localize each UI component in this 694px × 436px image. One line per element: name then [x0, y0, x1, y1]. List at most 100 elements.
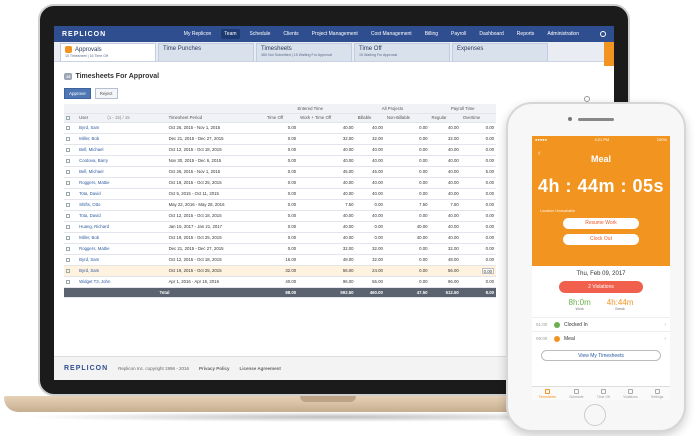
- table-row[interactable]: Shifts, Otto May 22, 2016 - May 28, 2016 0…: [64, 199, 496, 211]
- row-checkbox[interactable]: [66, 268, 70, 273]
- user-link[interactable]: Miller, Bob: [77, 232, 167, 244]
- row-checkbox[interactable]: [66, 147, 70, 152]
- table-row[interactable]: Cordova, Barry Nov 30, 2015 - Dec 6, 2015…: [64, 155, 496, 167]
- user-link[interactable]: Roggers, Mattie: [77, 177, 167, 189]
- violations-button[interactable]: 2 Violations: [559, 281, 643, 293]
- tab-time-off[interactable]: Time Off 15 Waiting For Approval: [354, 43, 450, 61]
- status-title: Meal: [590, 154, 611, 164]
- user-link[interactable]: Widget T3, John: [77, 276, 167, 288]
- row-checkbox[interactable]: [66, 224, 70, 229]
- tab-expenses[interactable]: Expenses: [452, 43, 548, 61]
- value-cell: 0.00: [460, 199, 496, 211]
- column-header[interactable]: Non-Billable: [384, 113, 430, 123]
- row-checkbox[interactable]: [66, 246, 70, 251]
- table-row[interactable]: Bell, Michael Oct 26, 2015 - Nov 1, 2015 0…: [64, 166, 496, 178]
- approve-button[interactable]: Approve: [64, 88, 91, 99]
- privacy-link[interactable]: Privacy Policy: [199, 366, 230, 371]
- row-checkbox[interactable]: [66, 180, 70, 185]
- topnav-item[interactable]: Dashboard: [476, 29, 506, 39]
- topnav-item[interactable]: Clients: [280, 29, 301, 39]
- topnav-item[interactable]: Administration: [544, 29, 582, 39]
- overtime-input[interactable]: 0.00: [482, 267, 494, 274]
- value-cell: 56.00: [298, 265, 356, 277]
- gear-icon[interactable]: [600, 31, 606, 37]
- reject-button[interactable]: Reject: [94, 88, 118, 99]
- column-header[interactable]: Work + Time Off: [298, 113, 356, 123]
- row-checkbox[interactable]: [66, 191, 70, 196]
- column-header[interactable]: Regular: [429, 113, 461, 123]
- home-button[interactable]: [584, 404, 606, 426]
- table-row[interactable]: Miller, Bob Oct 19, 2015 - Oct 25, 2015 0.…: [64, 232, 496, 244]
- column-header[interactable]: User (1 - 15) / 15: [77, 113, 167, 123]
- value-cell: 40.00: [355, 122, 385, 134]
- row-checkbox[interactable]: [66, 136, 70, 141]
- topnav-item[interactable]: Payroll: [448, 29, 469, 39]
- view-timesheets-button[interactable]: View My Timesheets: [541, 350, 661, 361]
- row-checkbox-cell: [64, 276, 78, 288]
- nav-icon: [573, 388, 579, 394]
- table-row[interactable]: Miller, Bob Dec 21, 2015 - Dec 27, 2015 0.…: [64, 133, 496, 145]
- row-checkbox[interactable]: [66, 257, 70, 262]
- nav-label: Schedule: [569, 394, 584, 399]
- tab-approvals[interactable]: Approvals 15 Timesheet | 16 Time Off: [60, 43, 156, 61]
- topnav-item[interactable]: Reports: [514, 29, 538, 39]
- row-checkbox[interactable]: [66, 125, 70, 130]
- user-link[interactable]: Byrd, Sam: [77, 122, 167, 134]
- user-link[interactable]: Bell, Michael: [77, 144, 167, 156]
- nav-timesheets[interactable]: Timesheets: [539, 388, 556, 399]
- table-row[interactable]: Byrd, Sam Oct 19, 2015 - Oct 25, 2015 32.0…: [64, 265, 496, 277]
- user-link[interactable]: Miller, Bob: [77, 133, 167, 145]
- column-header[interactable]: Overtime: [460, 113, 496, 123]
- side-tab[interactable]: [604, 42, 614, 66]
- row-checkbox[interactable]: [66, 169, 70, 174]
- table-row[interactable]: Tota, David Oct 12, 2015 - Oct 18, 2015 0.…: [64, 210, 496, 222]
- clock-out-button[interactable]: Clock Out: [563, 234, 639, 245]
- row-checkbox[interactable]: [66, 279, 70, 284]
- tab-timesheets[interactable]: Timesheets 365 Not Submitted | 15 Waiting…: [256, 43, 352, 61]
- tab-time-punches[interactable]: Time Punches: [158, 43, 254, 61]
- user-link[interactable]: Byrd, Sam: [77, 254, 167, 266]
- topnav-item[interactable]: My Replicon: [181, 29, 215, 39]
- punch-row[interactable]: 09:00 Meal ›: [532, 331, 670, 345]
- topnav-item[interactable]: Project Management: [309, 29, 361, 39]
- column-header[interactable]: Timesheet Period: [166, 113, 265, 123]
- table-row[interactable]: Byrd, Sam Oct 26, 2015 - Nov 1, 2015 0.00 4…: [64, 122, 496, 134]
- value-cell: 40.00: [384, 232, 430, 244]
- column-header[interactable]: Time Off: [264, 113, 299, 123]
- user-link[interactable]: Bell, Michael: [77, 166, 167, 178]
- row-checkbox[interactable]: [66, 213, 70, 218]
- row-checkbox[interactable]: [66, 158, 70, 163]
- row-checkbox[interactable]: [66, 235, 70, 240]
- topnav-item[interactable]: Cost Management: [368, 29, 415, 39]
- table-row[interactable]: Widget T3, John Apr 1, 2016 - Apr 15, 201…: [64, 276, 496, 288]
- table-row[interactable]: Byrd, Sam Oct 12, 2015 - Oct 18, 2015 16.0…: [64, 254, 496, 266]
- table-row[interactable]: Roggers, Mattie Dec 21, 2015 - Dec 27, 20…: [64, 243, 496, 255]
- column-header[interactable]: Billable: [355, 113, 385, 123]
- user-link[interactable]: Byrd, Sam: [77, 265, 167, 277]
- user-link[interactable]: Tota, David: [77, 188, 167, 200]
- user-link[interactable]: Shifts, Otto: [77, 199, 167, 211]
- user-link[interactable]: Cordova, Barry: [77, 155, 167, 167]
- nav-violations[interactable]: Violations: [623, 388, 638, 399]
- resume-work-button[interactable]: Resume Work: [563, 218, 639, 229]
- user-link[interactable]: Tota, David: [77, 210, 167, 222]
- value-cell: 40.00: [298, 221, 356, 233]
- value-cell: 0.00: [355, 232, 385, 244]
- nav-time-off[interactable]: Time Off: [597, 388, 610, 399]
- topnav-item[interactable]: Billing: [422, 29, 441, 39]
- table-row[interactable]: Roggers, Mattie Oct 19, 2015 - Oct 25, 20…: [64, 177, 496, 189]
- row-checkbox[interactable]: [66, 202, 70, 207]
- nav-settings[interactable]: Settings: [651, 388, 663, 399]
- license-link[interactable]: License Agreement: [240, 366, 281, 371]
- select-all-checkbox[interactable]: [66, 115, 70, 120]
- topnav-item[interactable]: Schedule: [247, 29, 274, 39]
- user-link[interactable]: Huang, Richard: [77, 221, 167, 233]
- back-icon[interactable]: ‹: [538, 150, 540, 157]
- table-row[interactable]: Bell, Michael Oct 12, 2015 - Oct 18, 2015…: [64, 144, 496, 156]
- table-row[interactable]: Tota, David Oct 5, 2015 - Oct 11, 2015 0.0…: [64, 188, 496, 200]
- nav-schedule[interactable]: Schedule: [569, 388, 584, 399]
- table-row[interactable]: Huang, Richard Jan 15, 2017 - Jan 21, 201…: [64, 221, 496, 233]
- topnav-item[interactable]: Team: [221, 29, 240, 39]
- user-link[interactable]: Roggers, Mattie: [77, 243, 167, 255]
- punch-row[interactable]: 01:00 Clocked In ›: [532, 317, 670, 331]
